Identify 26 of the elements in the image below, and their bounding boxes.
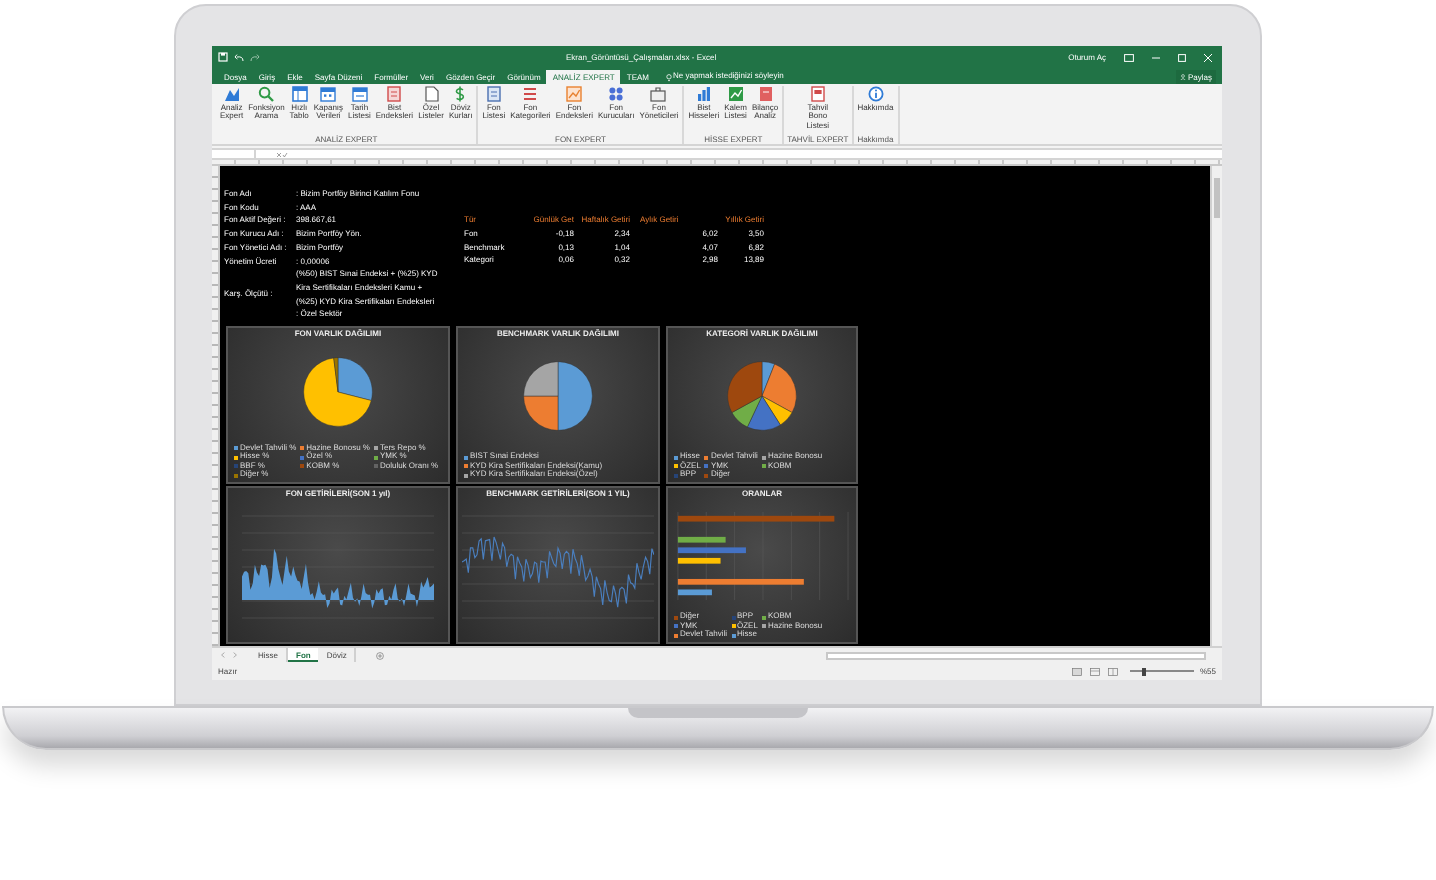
minimize-icon[interactable] xyxy=(1152,53,1160,61)
chart-icon xyxy=(566,86,583,102)
scrollbar-thumb[interactable] xyxy=(1214,178,1220,218)
save-icon[interactable] xyxy=(218,52,228,62)
search-icon xyxy=(258,86,275,102)
pie-chart-drawing xyxy=(726,360,798,433)
person-icon xyxy=(1179,73,1186,79)
add-sheet-icon[interactable] xyxy=(376,651,385,659)
pie-chart-drawing xyxy=(302,355,374,428)
dollar-icon xyxy=(452,86,469,102)
page-break-icon[interactable] xyxy=(1107,667,1118,675)
pie-chart-drawing xyxy=(522,360,594,433)
grid-icon xyxy=(608,86,625,102)
vertical-scrollbar[interactable] xyxy=(1210,166,1222,646)
list-icon xyxy=(522,86,539,102)
ribbon-display-icon[interactable] xyxy=(1124,53,1134,61)
close-icon[interactable] xyxy=(1204,53,1212,61)
undo-icon[interactable] xyxy=(234,53,244,61)
page-layout-icon[interactable] xyxy=(1089,667,1100,675)
document-icon xyxy=(386,86,403,102)
redo-icon[interactable] xyxy=(250,53,260,61)
chart-icon xyxy=(695,86,712,102)
maximize-icon[interactable] xyxy=(1178,53,1186,61)
horizontal-scrollbar[interactable] xyxy=(826,651,1206,659)
normal-view-icon[interactable] xyxy=(1071,667,1082,675)
document-icon xyxy=(485,86,502,102)
